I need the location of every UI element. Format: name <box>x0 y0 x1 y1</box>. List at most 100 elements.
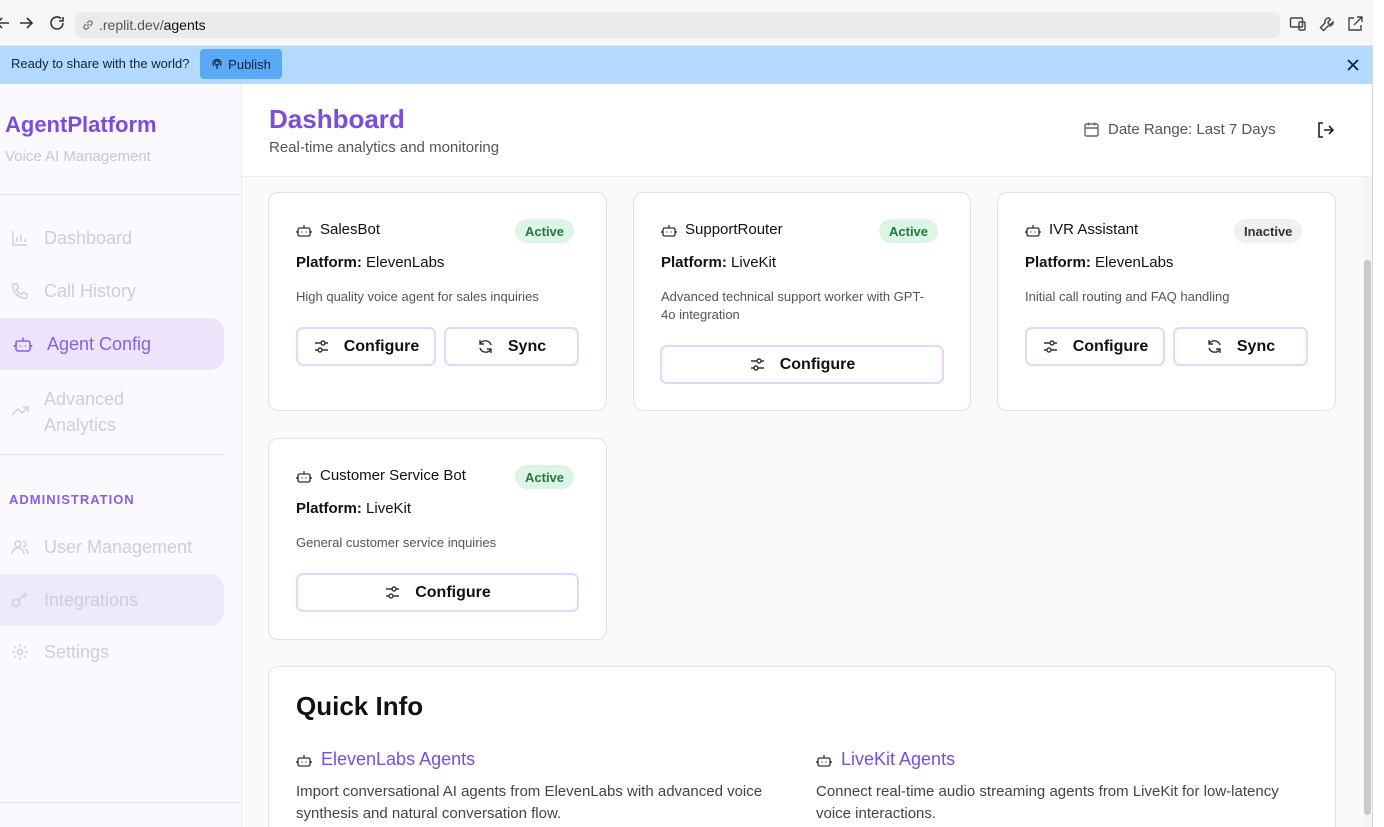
agent-name: SupportRouter <box>685 221 783 238</box>
agent-name: Customer Service Bot <box>320 467 466 484</box>
sidebar-item-call-history[interactable]: Call History <box>0 271 224 311</box>
link-icon <box>83 20 93 30</box>
agent-name-row: SupportRouter <box>661 221 783 238</box>
logout-icon[interactable] <box>1315 120 1335 140</box>
agent-name-row: IVR Assistant <box>1025 221 1138 238</box>
sidebar-divider <box>0 454 224 455</box>
date-range-selector[interactable]: Date Range: Last 7 Days <box>1083 121 1276 138</box>
agent-platform: Platform: ElevenLabs <box>1025 254 1174 271</box>
elevenlabs-agents-desc: Import conversational AI agents from Ele… <box>296 783 763 822</box>
status-badge: Active <box>879 219 939 243</box>
publish-button[interactable]: Publish <box>200 49 282 79</box>
configure-button[interactable]: Configure <box>296 327 436 366</box>
bot-icon <box>296 470 312 483</box>
sidebar-item-advanced-analytics[interactable]: Advanced Analytics <box>0 384 224 438</box>
agent-description: High quality voice agent for sales inqui… <box>296 289 539 304</box>
browser-toolbar: .replit.dev/agents <box>0 0 1384 46</box>
phone-icon <box>11 283 28 300</box>
sidebar-item-label: Integrations <box>44 589 139 610</box>
page-header: Dashboard Real-time analytics and monito… <box>243 84 1372 177</box>
window-margin <box>1373 0 1384 827</box>
banner-text: Ready to share with the world? <box>11 56 190 71</box>
publish-label: Publish <box>228 56 271 72</box>
agent-card: SalesBot Active Platform: ElevenLabs Hig… <box>268 192 607 411</box>
sidebar-item-label: Settings <box>44 641 110 662</box>
external-link-icon[interactable] <box>1346 15 1364 33</box>
agent-card: IVR Assistant Inactive Platform: ElevenL… <box>997 192 1336 411</box>
bot-icon <box>661 224 677 237</box>
agent-description: General customer service inquiries <box>296 535 497 550</box>
agent-name-row: SalesBot <box>296 221 380 238</box>
scrollbar-thumb[interactable] <box>1364 260 1371 815</box>
quick-info-panel: Quick Info ElevenLabs Agents Import conv… <box>268 666 1336 827</box>
sidebar-item-settings[interactable]: Settings <box>0 632 224 672</box>
sliders-icon <box>1043 340 1057 353</box>
page-subtitle: Real-time analytics and monitoring <box>269 139 500 156</box>
agent-name: IVR Assistant <box>1049 221 1139 238</box>
publish-icon <box>212 58 222 69</box>
bar-chart-icon <box>12 231 27 246</box>
bot-icon <box>296 224 312 237</box>
agent-card: Customer Service Bot Active Platform: Li… <box>268 438 607 640</box>
sidebar: AgentPlatform Voice AI Management Dashbo… <box>0 84 242 827</box>
sidebar-divider <box>0 194 242 195</box>
sidebar-item-dashboard[interactable]: Dashboard <box>0 218 224 258</box>
agent-name-row: Customer Service Bot <box>296 467 466 484</box>
sidebar-item-agent-config[interactable]: Agent Config <box>0 318 224 370</box>
agent-platform: Platform: LiveKit <box>661 254 777 271</box>
page-title: Dashboard <box>269 104 405 134</box>
quick-info-title: Quick Info <box>296 691 424 721</box>
agent-platform: Platform: ElevenLabs <box>296 254 445 271</box>
url-path: agents <box>163 17 206 33</box>
agent-name: SalesBot <box>320 221 381 238</box>
close-icon[interactable] <box>1344 56 1362 74</box>
configure-button[interactable]: Configure <box>660 345 944 384</box>
reload-icon[interactable] <box>48 14 66 32</box>
livekit-agents-desc: Connect real-time audio streaming agents… <box>816 783 1279 822</box>
main-content: SalesBot Active Platform: ElevenLabs Hig… <box>243 177 1363 827</box>
sync-button[interactable]: Sync <box>1173 327 1308 366</box>
sync-button[interactable]: Sync <box>444 327 579 366</box>
status-badge: Active <box>515 465 575 489</box>
status-badge: Inactive <box>1234 219 1303 243</box>
configure-button[interactable]: Configure <box>1025 327 1165 366</box>
sidebar-item-user-management[interactable]: User Management <box>0 527 224 567</box>
calendar-icon <box>1084 122 1099 137</box>
agent-platform: Platform: LiveKit <box>296 500 412 517</box>
agent-description: Advanced technical support worker with G… <box>661 289 925 322</box>
bot-icon <box>296 754 312 767</box>
refresh-icon <box>479 340 492 353</box>
livekit-agents-heading: LiveKit Agents <box>816 749 955 770</box>
brand-title: AgentPlatform <box>5 112 157 137</box>
configure-button[interactable]: Configure <box>296 573 579 612</box>
sidebar-item-label: Advanced Analytics <box>44 389 125 435</box>
status-badge: Active <box>515 219 575 243</box>
gear-icon <box>12 644 28 660</box>
sidebar-item-label: User Management <box>44 536 193 557</box>
devices-icon[interactable] <box>1289 15 1307 33</box>
sliders-icon <box>386 586 400 599</box>
refresh-icon <box>1208 340 1221 353</box>
bot-icon <box>816 754 832 767</box>
sidebar-item-label: Call History <box>44 280 137 301</box>
sidebar-item-label: Dashboard <box>44 227 133 248</box>
elevenlabs-agents-heading: ElevenLabs Agents <box>296 749 475 770</box>
sidebar-section-administration: ADMINISTRATION <box>9 492 135 507</box>
brand-subtitle: Voice AI Management <box>5 148 151 165</box>
sidebar-item-integrations[interactable]: Integrations <box>0 574 224 626</box>
bot-icon <box>1025 224 1041 237</box>
sliders-icon <box>750 358 764 371</box>
key-icon <box>11 592 28 608</box>
forward-icon[interactable] <box>17 14 35 32</box>
users-icon <box>11 540 29 555</box>
sidebar-divider <box>0 802 242 803</box>
back-icon[interactable] <box>0 14 12 32</box>
url-host: .replit.dev/ <box>99 17 164 33</box>
agent-description: Initial call routing and FAQ handling <box>1025 289 1230 304</box>
sidebar-item-label: Agent Config <box>47 333 152 354</box>
wrench-icon[interactable] <box>1318 15 1336 33</box>
date-range-label: Date Range: Last 7 Days <box>1108 121 1276 138</box>
trending-up-icon <box>11 406 29 416</box>
agent-card: SupportRouter Active Platform: LiveKit A… <box>633 192 971 411</box>
url-field[interactable]: .replit.dev/agents <box>75 12 1280 38</box>
